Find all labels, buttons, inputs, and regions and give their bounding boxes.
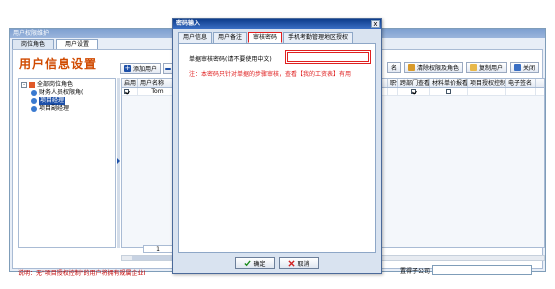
- eraser-icon: [407, 64, 415, 71]
- cross-icon: [288, 259, 296, 267]
- dialog-panel: 单据审核密码(请不要使用中文) 注：本密码只针对单据的步骤审核，查看【我的工资表…: [178, 43, 376, 253]
- tab-post-role[interactable]: 岗位角色: [12, 39, 55, 49]
- footer-note: 说明：无"项目授权控制"的用户将拥有规属企业I: [18, 270, 146, 277]
- collapse-icon[interactable]: -: [21, 82, 27, 88]
- tree-item-label: 项目经理: [39, 97, 66, 105]
- minus-icon: [165, 67, 172, 70]
- cell-position: [388, 88, 398, 95]
- dialog-tabs: 用户信息 用户备注 审核密码 手机考勤管理地区授权: [178, 32, 354, 43]
- col-cross-dept[interactable]: 跨部门查看: [398, 79, 430, 87]
- tab-mobile-attendance[interactable]: 手机考勤管理地区授权: [283, 32, 354, 43]
- clear-permissions-button[interactable]: 清除权限及角色: [403, 62, 463, 73]
- password-hint: 注：本密码只针对单据的步骤审核，查看【我的工资表】有用: [189, 71, 352, 78]
- close-icon[interactable]: x: [371, 20, 380, 28]
- page-title: 用户信息设置: [19, 57, 98, 71]
- cell-enabled[interactable]: [122, 88, 138, 95]
- users-icon: [31, 98, 37, 104]
- cell-e-signature: [506, 88, 536, 95]
- tab-user-info[interactable]: 用户信息: [178, 32, 213, 43]
- password-dialog: 密码输入 x 用户信息 用户备注 审核密码 手机考勤管理地区授权 单据审核密码(…: [172, 18, 382, 274]
- audit-password-input[interactable]: [287, 52, 369, 62]
- copy-user-label: 复制用户: [478, 65, 503, 72]
- add-user-label: 添加用户: [133, 66, 158, 73]
- tree-item-label: 财务人员权限角(: [39, 89, 84, 96]
- col-e-signature[interactable]: 电子签名: [506, 79, 536, 87]
- audit-password-label: 单据审核密码(请不要使用中文): [189, 56, 272, 63]
- checkmark-icon: [244, 259, 252, 266]
- exit-icon: [513, 64, 521, 71]
- dialog-buttons: 确定 取消: [235, 257, 319, 269]
- add-user-button[interactable]: + 添加用户: [120, 63, 162, 74]
- cancel-button[interactable]: 取消: [279, 257, 319, 269]
- users-icon: [31, 106, 37, 112]
- tab-user-settings[interactable]: 用户设置: [56, 39, 99, 49]
- col-position[interactable]: 职位: [388, 79, 398, 87]
- col-material-price[interactable]: 材料单价报看: [430, 79, 468, 87]
- copy-user-button[interactable]: 复制用户: [465, 62, 507, 73]
- signature-button[interactable]: 名: [386, 62, 401, 73]
- close-button[interactable]: 关闭: [509, 62, 539, 73]
- tree-item-finance[interactable]: 财务人员权限角(: [21, 89, 113, 97]
- material-price-checkbox[interactable]: [446, 89, 451, 94]
- tree-item-deputy-pm[interactable]: 项目副经理: [21, 105, 113, 113]
- page-indicator: 1: [143, 245, 173, 253]
- copy-icon: [469, 64, 477, 71]
- splitter-handle[interactable]: [117, 78, 120, 248]
- left-toolbar: + 添加用户: [120, 63, 174, 74]
- ok-label: 确定: [253, 260, 266, 268]
- signature-label: 名: [390, 65, 397, 72]
- plus-icon: +: [124, 64, 131, 72]
- company-label: 置得子公司: [399, 267, 430, 275]
- tree-root-label: 全部岗位角色: [37, 81, 74, 88]
- tree-item-label: 项目副经理: [39, 105, 70, 112]
- col-enabled[interactable]: 启用: [122, 79, 138, 87]
- ok-button[interactable]: 确定: [235, 257, 275, 269]
- close-label: 关闭: [522, 65, 535, 72]
- tab-audit-password[interactable]: 审核密码: [248, 32, 283, 43]
- users-icon: [31, 90, 37, 96]
- tab-user-notes[interactable]: 用户备注: [213, 32, 248, 43]
- cell-project-auth: [468, 88, 506, 95]
- main-tabs: 岗位角色 用户设置: [12, 39, 99, 49]
- cross-dept-checkbox[interactable]: [411, 89, 416, 94]
- home-icon: [29, 82, 35, 88]
- col-project-auth[interactable]: 项目授权控制: [468, 79, 506, 87]
- company-dropdown[interactable]: [432, 265, 532, 275]
- company-selector: 置得子公司: [400, 265, 532, 275]
- dialog-title: 密码输入: [173, 19, 381, 29]
- cell-cross-dept[interactable]: [398, 88, 430, 95]
- right-toolbar: 名 清除权限及角色 复制用户 关闭: [386, 62, 539, 73]
- clear-permissions-label: 清除权限及角色: [416, 65, 459, 72]
- cancel-label: 取消: [297, 260, 310, 268]
- tree-root[interactable]: - 全部岗位角色: [21, 81, 113, 89]
- cell-material-price[interactable]: [430, 88, 468, 95]
- enabled-checkbox[interactable]: [124, 89, 129, 94]
- tree-item-pm[interactable]: 项目经理: [21, 97, 113, 105]
- role-tree: - 全部岗位角色 财务人员权限角( 项目经理 项目副经理: [18, 78, 116, 248]
